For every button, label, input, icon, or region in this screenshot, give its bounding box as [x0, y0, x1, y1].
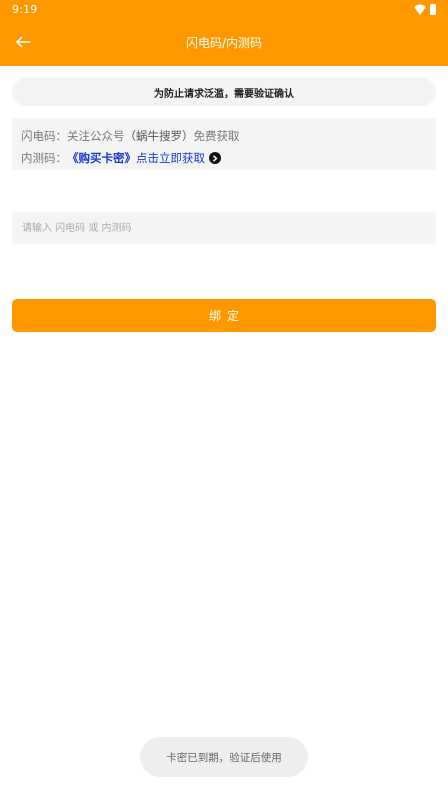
code-input[interactable]	[12, 212, 436, 244]
wifi-icon	[414, 4, 426, 15]
expired-toast: 卡密已到期，验证后使用	[140, 737, 308, 777]
notice-banner: 为防止请求泛滥，需要验证确认	[12, 78, 436, 106]
info-line2-prefix: 内测码：	[21, 151, 67, 165]
page-title: 闪电码/内测码	[185, 36, 263, 50]
notice-text: 为防止请求泛滥，需要验证确认	[154, 88, 294, 100]
info-box: 闪电码：关注公众号 （蜗牛搜罗） 免费获取 内测码： 《购买卡密》 点击立即获取	[12, 118, 436, 170]
status-icons	[414, 3, 436, 15]
info-line1-suffix: 免费获取	[193, 129, 240, 143]
info-line1-prefix: 闪电码：关注公众号	[21, 129, 125, 143]
status-time: 9:19	[12, 3, 38, 16]
chevron-right-circle-icon[interactable]	[209, 152, 221, 164]
info-line-beta-code: 内测码： 《购买卡密》 点击立即获取	[21, 147, 427, 169]
buy-card-link[interactable]: 《购买卡密》	[67, 150, 136, 166]
get-now-link[interactable]: 点击立即获取	[136, 150, 205, 166]
info-line1-account: （蜗牛搜罗）	[124, 129, 194, 143]
battery-icon	[430, 3, 436, 15]
app-header: 9:19 闪电码/内测码	[0, 0, 448, 66]
toast-text: 卡密已到期，验证后使用	[166, 751, 282, 764]
bind-code-screen: 9:19 闪电码/内测码 为防止请求泛滥，需要验证确认 闪电码：关注公众号 （蜗牛…	[0, 0, 448, 797]
bind-button[interactable]: 绑定	[12, 299, 436, 332]
info-line-lightning-code: 闪电码：关注公众号 （蜗牛搜罗） 免费获取	[21, 125, 427, 147]
